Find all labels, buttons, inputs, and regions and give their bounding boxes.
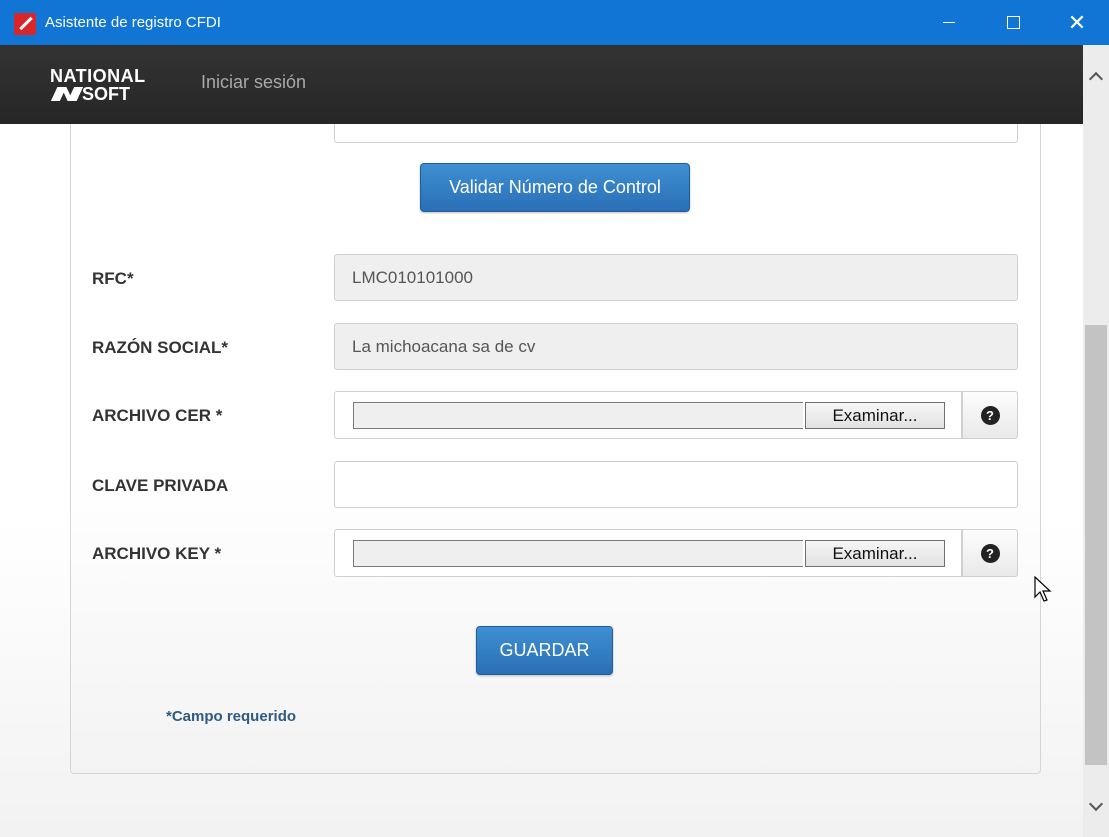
logo-line2: SOFT [50,85,146,103]
chevron-up-icon [1088,71,1104,86]
logo-line1: NATIONAL [50,66,146,86]
archivo-key-group: Examinar... ? [334,529,1018,577]
window-titlebar: Asistente de registro CFDI ✕ [0,0,1109,45]
vertical-scrollbar[interactable] [1083,45,1109,837]
clave-privada-label: CLAVE PRIVADA [92,476,229,495]
archivo-key-label: ARCHIVO KEY * [92,544,222,563]
scroll-down-button[interactable] [1083,789,1109,823]
save-button[interactable]: GUARDAR [476,626,613,675]
national-soft-logo[interactable]: NATIONAL SOFT [50,67,146,103]
logo-mark-icon [54,87,80,101]
minimize-button[interactable] [917,0,981,45]
mouse-cursor-icon [1034,576,1052,602]
archivo-key-browse-button[interactable]: Examinar... [805,540,945,567]
maximize-button[interactable] [981,0,1045,45]
close-button[interactable]: ✕ [1045,0,1109,45]
rfc-label: RFC* [92,269,134,288]
header-navbar: NATIONAL SOFT Iniciar sesión [0,45,1083,124]
question-icon: ? [980,543,1000,563]
archivo-cer-help-button[interactable]: ? [962,391,1018,439]
archivo-cer-path[interactable] [353,402,803,429]
scroll-up-button[interactable] [1083,59,1109,93]
validate-control-number-button[interactable]: Validar Número de Control [420,163,690,212]
maximize-icon [1006,16,1020,29]
rfc-field[interactable]: LMC010101000 [334,254,1018,301]
chevron-down-icon [1088,796,1104,811]
nav-login-link[interactable]: Iniciar sesión [201,72,306,93]
archivo-cer-group: Examinar... ? [334,391,1018,439]
archivo-key-box: Examinar... [334,529,962,577]
razon-social-label: RAZÓN SOCIAL* [92,338,228,357]
archivo-cer-box: Examinar... [334,391,962,439]
close-icon: ✕ [1067,9,1087,35]
logo-line2-text: SOFT [82,84,130,104]
archivo-key-help-button[interactable]: ? [962,529,1018,577]
clave-privada-field[interactable] [334,461,1018,508]
question-icon: ? [980,405,1000,425]
minimize-icon [943,22,955,23]
archivo-cer-label: ARCHIVO CER * [92,406,223,425]
window-title: Asistente de registro CFDI [45,14,221,31]
scrollbar-thumb[interactable] [1085,325,1107,765]
razon-social-field[interactable]: La michoacana sa de cv [334,323,1018,370]
content-area: Validar Número de Control RFC* LMC010101… [0,45,1083,837]
app-icon [14,13,36,35]
archivo-cer-browse-button[interactable]: Examinar... [805,402,945,429]
required-field-note: *Campo requerido [166,708,297,725]
archivo-key-path[interactable] [353,540,803,567]
